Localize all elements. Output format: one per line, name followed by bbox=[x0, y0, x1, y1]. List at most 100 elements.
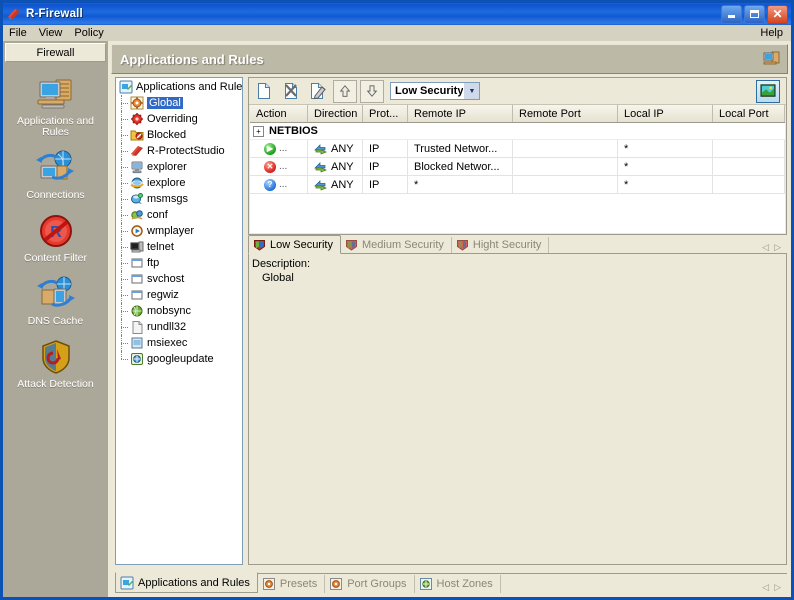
edit-rule-button[interactable] bbox=[306, 80, 330, 103]
tree-root-item[interactable]: Applications and Rules bbox=[116, 78, 242, 95]
tree-item-ftp[interactable]: ftp bbox=[116, 255, 242, 271]
cell-local-port[interactable] bbox=[713, 176, 785, 193]
column-action[interactable]: Action bbox=[250, 105, 308, 122]
cell-remote-ip[interactable]: * bbox=[408, 176, 513, 193]
cell-action[interactable]: ? ... bbox=[250, 176, 308, 193]
cell-action[interactable]: ▶ ... bbox=[250, 140, 308, 157]
tree-label-blocked: Blocked bbox=[147, 129, 186, 141]
presets-icon bbox=[262, 577, 276, 591]
bottom-tab-port-groups[interactable]: Port Groups bbox=[325, 575, 414, 593]
cell-local-ip[interactable]: * bbox=[618, 176, 713, 193]
cell-remote-port[interactable] bbox=[513, 140, 618, 157]
rules-grid[interactable]: Action Direction Prot... Remote IP Remot… bbox=[250, 105, 785, 233]
table-row[interactable]: ✕ ... ANY IP Blocked Networ... * bbox=[250, 158, 785, 176]
cell-remote-ip[interactable]: Trusted Networ... bbox=[408, 140, 513, 157]
tree-item-global[interactable]: Global bbox=[116, 95, 242, 111]
move-down-button[interactable] bbox=[360, 80, 384, 103]
security-level-select[interactable]: Low Security ▼ bbox=[390, 82, 480, 100]
menu-help[interactable]: Help bbox=[754, 26, 791, 40]
installer-icon bbox=[130, 336, 144, 350]
maximize-button[interactable] bbox=[744, 5, 765, 24]
cell-local-ip[interactable]: * bbox=[618, 158, 713, 175]
delete-rule-button[interactable] bbox=[279, 80, 303, 103]
tree-item-wmplayer[interactable]: wmplayer bbox=[116, 223, 242, 239]
cell-direction[interactable]: ANY bbox=[308, 176, 363, 193]
cell-direction[interactable]: ANY bbox=[308, 140, 363, 157]
tree-item-svchost[interactable]: svchost bbox=[116, 271, 242, 287]
tree-item-msmsgs[interactable]: msmsgs bbox=[116, 191, 242, 207]
cell-direction[interactable]: ANY bbox=[308, 158, 363, 175]
sidebar-item-dns-cache[interactable]: DNS Cache bbox=[3, 274, 108, 327]
tree-item-conf[interactable]: conf bbox=[116, 207, 242, 223]
tree-label-wmplayer: wmplayer bbox=[147, 225, 194, 237]
tree-item-rundll32[interactable]: rundll32 bbox=[116, 319, 242, 335]
bottom-tab-prev-icon[interactable]: ◁ bbox=[762, 582, 769, 593]
column-remote-port[interactable]: Remote Port bbox=[513, 105, 618, 122]
cell-remote-port[interactable] bbox=[513, 176, 618, 193]
security-tabs: Low Security Medium Security Hight Sec bbox=[248, 236, 787, 254]
menu-view[interactable]: View bbox=[33, 26, 69, 40]
action-more-label: ... bbox=[279, 143, 287, 154]
bottom-tab-presets[interactable]: Presets bbox=[258, 575, 325, 593]
tree-item-googleupdate[interactable]: googleupdate bbox=[116, 351, 242, 367]
tab-medium-security[interactable]: Medium Security bbox=[341, 237, 452, 253]
tree-label-svchost: svchost bbox=[147, 273, 184, 285]
tree-item-blocked[interactable]: Blocked bbox=[116, 127, 242, 143]
tree-item-telnet[interactable]: telnet bbox=[116, 239, 242, 255]
tree-item-overriding[interactable]: Overriding bbox=[116, 111, 242, 127]
cell-local-port[interactable] bbox=[713, 158, 785, 175]
tree-item-explorer[interactable]: explorer bbox=[116, 159, 242, 175]
tree-item-regwiz[interactable]: regwiz bbox=[116, 287, 242, 303]
chevron-down-icon[interactable]: ▼ bbox=[463, 83, 479, 99]
tree-label-overriding: Overriding bbox=[147, 113, 198, 125]
minimize-button[interactable] bbox=[721, 5, 742, 24]
bottom-tab-next-icon[interactable]: ▷ bbox=[774, 582, 781, 593]
description-panel: Description: Global bbox=[248, 254, 787, 565]
menu-policy[interactable]: Policy bbox=[68, 26, 109, 40]
sidebar-item-attack-detection[interactable]: Attack Detection bbox=[3, 337, 108, 390]
column-local-ip[interactable]: Local IP bbox=[618, 105, 713, 122]
expand-icon[interactable]: + bbox=[253, 126, 264, 137]
cell-remote-port[interactable] bbox=[513, 158, 618, 175]
both-direction-icon bbox=[314, 161, 327, 173]
tree-item-msiexec[interactable]: msiexec bbox=[116, 335, 242, 351]
tab-label-hight-security: Hight Security bbox=[473, 239, 541, 251]
new-rule-button[interactable] bbox=[252, 80, 276, 103]
close-button[interactable]: ✕ bbox=[767, 5, 788, 24]
bottom-tabs-nav: ◁ ▷ bbox=[762, 582, 787, 593]
tab-hight-security[interactable]: Hight Security bbox=[452, 237, 549, 253]
column-local-port[interactable]: Local Port bbox=[713, 105, 785, 122]
cell-protocol[interactable]: IP bbox=[363, 140, 408, 157]
applications-tree[interactable]: Applications and Rules Global Overriding bbox=[115, 77, 243, 565]
tree-item-iexplore[interactable]: iexplore bbox=[116, 175, 242, 191]
column-protocol[interactable]: Prot... bbox=[363, 105, 408, 122]
tab-next-icon[interactable]: ▷ bbox=[774, 242, 781, 253]
table-row[interactable]: ? ... ANY IP * * bbox=[250, 176, 785, 194]
sidebar-item-content-filter[interactable]: R Content Filter bbox=[3, 211, 108, 264]
cell-protocol[interactable]: IP bbox=[363, 176, 408, 193]
menu-file[interactable]: File bbox=[3, 26, 33, 40]
cell-local-port[interactable] bbox=[713, 140, 785, 157]
view-toggle-button[interactable] bbox=[756, 80, 780, 103]
sidebar-item-connections[interactable]: Connections bbox=[3, 148, 108, 201]
cell-action[interactable]: ✕ ... bbox=[250, 158, 308, 175]
tree-item-r-protectstudio[interactable]: R-ProtectStudio bbox=[116, 143, 242, 159]
tree-label-mobsync: mobsync bbox=[147, 305, 191, 317]
column-direction[interactable]: Direction bbox=[308, 105, 363, 122]
bottom-tab-applications-and-rules[interactable]: Applications and Rules bbox=[115, 572, 258, 593]
cell-local-ip[interactable]: * bbox=[618, 140, 713, 157]
mobsync-icon bbox=[130, 304, 144, 318]
cell-remote-ip[interactable]: Blocked Networ... bbox=[408, 158, 513, 175]
tree-item-mobsync[interactable]: mobsync bbox=[116, 303, 242, 319]
move-up-button[interactable] bbox=[333, 80, 357, 103]
table-row[interactable]: ▶ ... ANY IP Trusted Networ... * bbox=[250, 140, 785, 158]
group-row-netbios[interactable]: + NETBIOS bbox=[250, 123, 785, 140]
tab-prev-icon[interactable]: ◁ bbox=[762, 242, 769, 253]
action-more-label: ... bbox=[279, 161, 287, 172]
tab-low-security[interactable]: Low Security bbox=[248, 235, 341, 254]
cell-protocol[interactable]: IP bbox=[363, 158, 408, 175]
both-direction-icon bbox=[314, 179, 327, 191]
bottom-tab-host-zones[interactable]: Host Zones bbox=[415, 575, 501, 593]
sidebar-item-applications-and-rules[interactable]: Applications and Rules bbox=[3, 74, 108, 138]
column-remote-ip[interactable]: Remote IP bbox=[408, 105, 513, 122]
